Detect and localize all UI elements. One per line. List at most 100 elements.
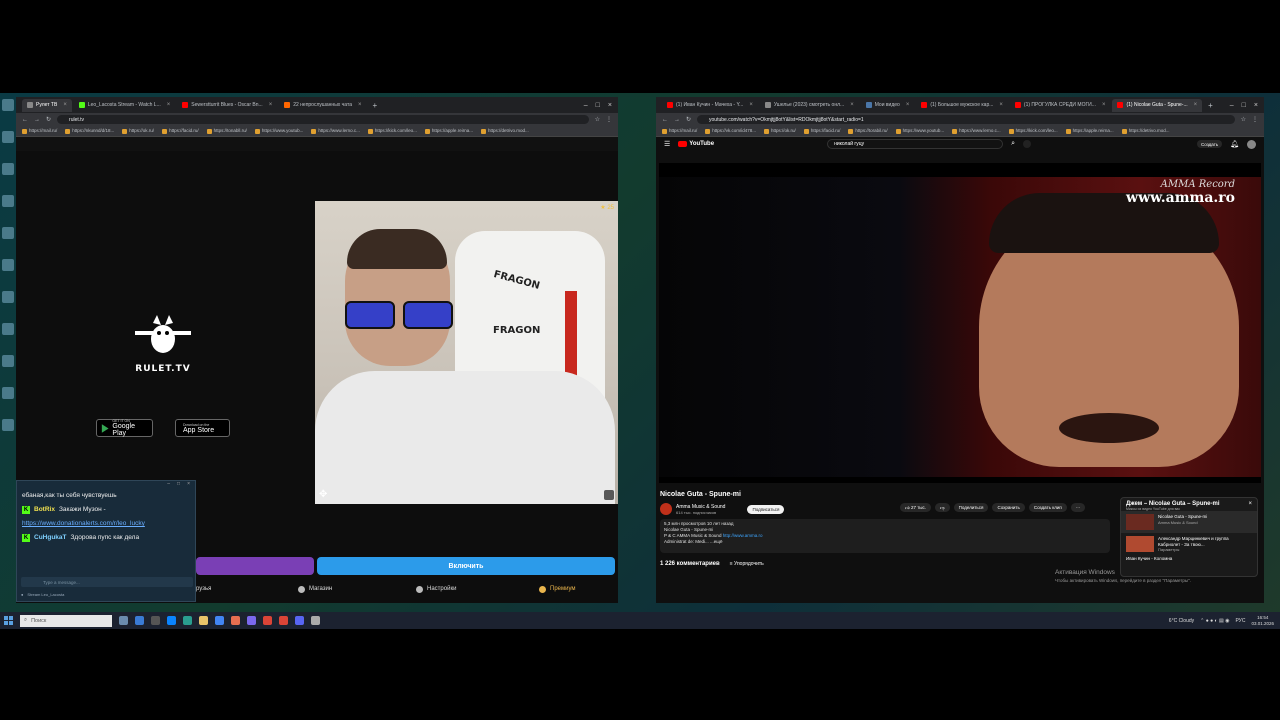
bookmark[interactable]: https://detrivo.mod... bbox=[481, 128, 529, 133]
forward-icon[interactable]: → bbox=[674, 117, 680, 123]
url-input[interactable]: rulet.tv bbox=[57, 115, 589, 124]
app-icon[interactable] bbox=[295, 616, 304, 625]
close-tab-icon[interactable]: × bbox=[358, 102, 362, 108]
bookmark[interactable]: https://vk.com/id478... bbox=[705, 128, 756, 133]
desktop-icon[interactable] bbox=[2, 227, 14, 239]
clip-button[interactable]: Создать клип bbox=[1028, 503, 1067, 512]
camera-icon[interactable] bbox=[604, 490, 614, 500]
tab-kick[interactable]: Leo_Lacosta Stream - Watch L... × bbox=[74, 99, 175, 112]
close-tab-icon[interactable]: × bbox=[167, 102, 171, 108]
bookmark[interactable]: https://mail.ru/ bbox=[662, 128, 697, 133]
mix-item[interactable]: Nicolae Guta - Spune-mi Amma Music & Soun… bbox=[1121, 511, 1257, 533]
bookmark[interactable]: https://facid.ru/ bbox=[804, 128, 841, 133]
tab-youtube-kuchin[interactable]: (1) Иван Кучин - Мачеха - Y... × bbox=[662, 99, 758, 112]
like-button[interactable]: 👍︎ 27 тыс. bbox=[900, 503, 932, 512]
close-tab-icon[interactable]: × bbox=[63, 102, 67, 108]
bookmark[interactable]: https://ok.ru/ bbox=[764, 128, 796, 133]
tab-youtube[interactable]: Sewerstturrit Blues - Oscar Bn... × bbox=[177, 99, 277, 112]
more-button[interactable]: ··· bbox=[1070, 503, 1086, 512]
weather-widget[interactable]: 6°C Cloudy bbox=[1169, 618, 1194, 624]
create-button[interactable]: Создать bbox=[1197, 140, 1223, 148]
new-tab-button[interactable]: + bbox=[1204, 101, 1217, 110]
desktop-icon[interactable] bbox=[2, 387, 14, 399]
tab-my-videos[interactable]: Мои видео × bbox=[861, 99, 915, 112]
video-description[interactable]: 5,3 млн просмотров 10 лет назад Nicolae … bbox=[660, 519, 1110, 553]
desktop-icon[interactable] bbox=[2, 163, 14, 175]
desktop-icon[interactable] bbox=[2, 291, 14, 303]
bookmark[interactable]: https://detrivo.mod... bbox=[1122, 128, 1170, 133]
bookmark[interactable]: https://www.lerno.c... bbox=[311, 128, 360, 133]
tab-youtube-guta[interactable]: (1) Nicolae Guta - Spune-... × bbox=[1112, 98, 1203, 112]
tab-movie[interactable]: Ушелье (2023) смотреть онл... × bbox=[760, 99, 859, 112]
tab-chats[interactable]: 22 непрослушанных чата × bbox=[279, 99, 366, 112]
forward-icon[interactable]: → bbox=[34, 117, 40, 123]
close-tab-icon[interactable]: × bbox=[850, 102, 854, 108]
windows-start-icon[interactable] bbox=[4, 616, 13, 625]
bookmark[interactable]: https://apple.reirna... bbox=[1066, 128, 1114, 133]
channel-name[interactable]: Amma Music & Sound bbox=[676, 504, 725, 510]
star-icon[interactable]: ☆ bbox=[595, 116, 600, 123]
avatar[interactable] bbox=[1247, 139, 1256, 149]
desktop-icon[interactable] bbox=[2, 195, 14, 207]
menu-icon[interactable]: ⋮ bbox=[1252, 116, 1258, 123]
subscribe-button[interactable]: Подписаться bbox=[747, 504, 785, 514]
chat-username[interactable]: BotRix bbox=[34, 506, 55, 514]
bookmark[interactable]: https://www.youtub... bbox=[255, 128, 304, 133]
close-tab-icon[interactable]: × bbox=[999, 102, 1003, 108]
app-icon[interactable] bbox=[183, 616, 192, 625]
app-icon[interactable] bbox=[231, 616, 240, 625]
minimize-icon[interactable]: – bbox=[584, 102, 588, 109]
nav-settings[interactable]: Настройки bbox=[416, 585, 456, 593]
chat-link[interactable]: https://www.donationalerts.com/r/leo_luc… bbox=[22, 520, 145, 528]
clock[interactable]: 16:54 03.01.2026 bbox=[1251, 615, 1274, 626]
reload-icon[interactable]: ↻ bbox=[686, 116, 691, 123]
bookmark[interactable]: https://ok.ru/ bbox=[122, 128, 154, 133]
desktop-icon[interactable] bbox=[2, 259, 14, 271]
chrome-icon[interactable] bbox=[263, 616, 272, 625]
close-window-icon[interactable]: × bbox=[1254, 102, 1258, 109]
close-tab-icon[interactable]: × bbox=[906, 102, 910, 108]
maximize-icon[interactable]: □ bbox=[177, 481, 180, 489]
bookmark[interactable]: https://kick.com/leo... bbox=[1009, 128, 1058, 133]
close-tab-icon[interactable]: × bbox=[1194, 102, 1198, 108]
bookmark[interactable]: https://mail.ru/ bbox=[22, 128, 57, 133]
back-icon[interactable]: ← bbox=[22, 117, 28, 123]
move-icon[interactable]: ✥ bbox=[319, 489, 327, 500]
maximize-icon[interactable]: □ bbox=[1242, 102, 1246, 109]
url-input[interactable]: youtube.com/watch?v=Okmjtjj8otY&list=RDO… bbox=[697, 115, 1235, 124]
app-store-badge[interactable]: Download on the App Store bbox=[175, 419, 230, 437]
search-input[interactable]: николай гуцу bbox=[827, 139, 1004, 149]
app-icon[interactable] bbox=[215, 616, 224, 625]
maximize-icon[interactable]: □ bbox=[596, 102, 600, 109]
tray-icons[interactable]: ⌃ ● ● ◐ ▤ ◉ bbox=[1200, 618, 1229, 624]
close-icon[interactable]: × bbox=[187, 481, 190, 489]
bookmark[interactable]: https://kick.com/leo... bbox=[368, 128, 417, 133]
nav-friends[interactable]: рузья bbox=[196, 586, 211, 592]
bookmark[interactable]: https://nkunnd/d/18... bbox=[65, 128, 114, 133]
save-button[interactable]: Сохранить bbox=[992, 503, 1025, 512]
reload-icon[interactable]: ↻ bbox=[46, 116, 51, 123]
minimize-icon[interactable]: – bbox=[167, 481, 170, 489]
channel-avatar[interactable] bbox=[660, 503, 672, 515]
tab-rulet[interactable]: Рулет ТВ × bbox=[22, 98, 72, 112]
new-tab-button[interactable]: + bbox=[369, 101, 382, 110]
taskbar-search[interactable]: ⌕ Поиск bbox=[20, 614, 112, 627]
language-indicator[interactable]: РУС bbox=[1235, 618, 1245, 624]
mix-item[interactable]: Иван Кучин - Коломна bbox=[1121, 556, 1257, 565]
google-play-badge[interactable]: GET IT ON Google Play bbox=[96, 419, 153, 437]
mix-item[interactable]: Александр Марцинкевич и группа Кабриолет… bbox=[1121, 533, 1257, 556]
task-view-icon[interactable] bbox=[119, 616, 128, 625]
star-icon[interactable]: ☆ bbox=[1241, 116, 1246, 123]
bookmark[interactable]: https://facid.ru/ bbox=[162, 128, 199, 133]
app-icon[interactable] bbox=[167, 616, 176, 625]
desktop-icon[interactable] bbox=[2, 131, 14, 143]
desktop-icon[interactable] bbox=[2, 99, 14, 111]
search-icon[interactable]: ⌕ bbox=[1011, 140, 1015, 148]
chrome-icon[interactable] bbox=[279, 616, 288, 625]
youtube-video-player[interactable]: AMMA Record www.amma.ro bbox=[659, 163, 1261, 483]
webcam-video[interactable]: FRAGON FRAGON ★ 25 ✥ bbox=[315, 201, 618, 504]
nav-premium[interactable]: Премиум bbox=[539, 585, 576, 593]
close-window-icon[interactable]: × bbox=[608, 102, 612, 109]
tab-youtube-3[interactable]: (1) ПРОГУЛКА СРЕДИ МОГИ... × bbox=[1010, 99, 1111, 112]
tab-youtube-2[interactable]: (1) Большое мужское кар... × bbox=[916, 99, 1008, 112]
